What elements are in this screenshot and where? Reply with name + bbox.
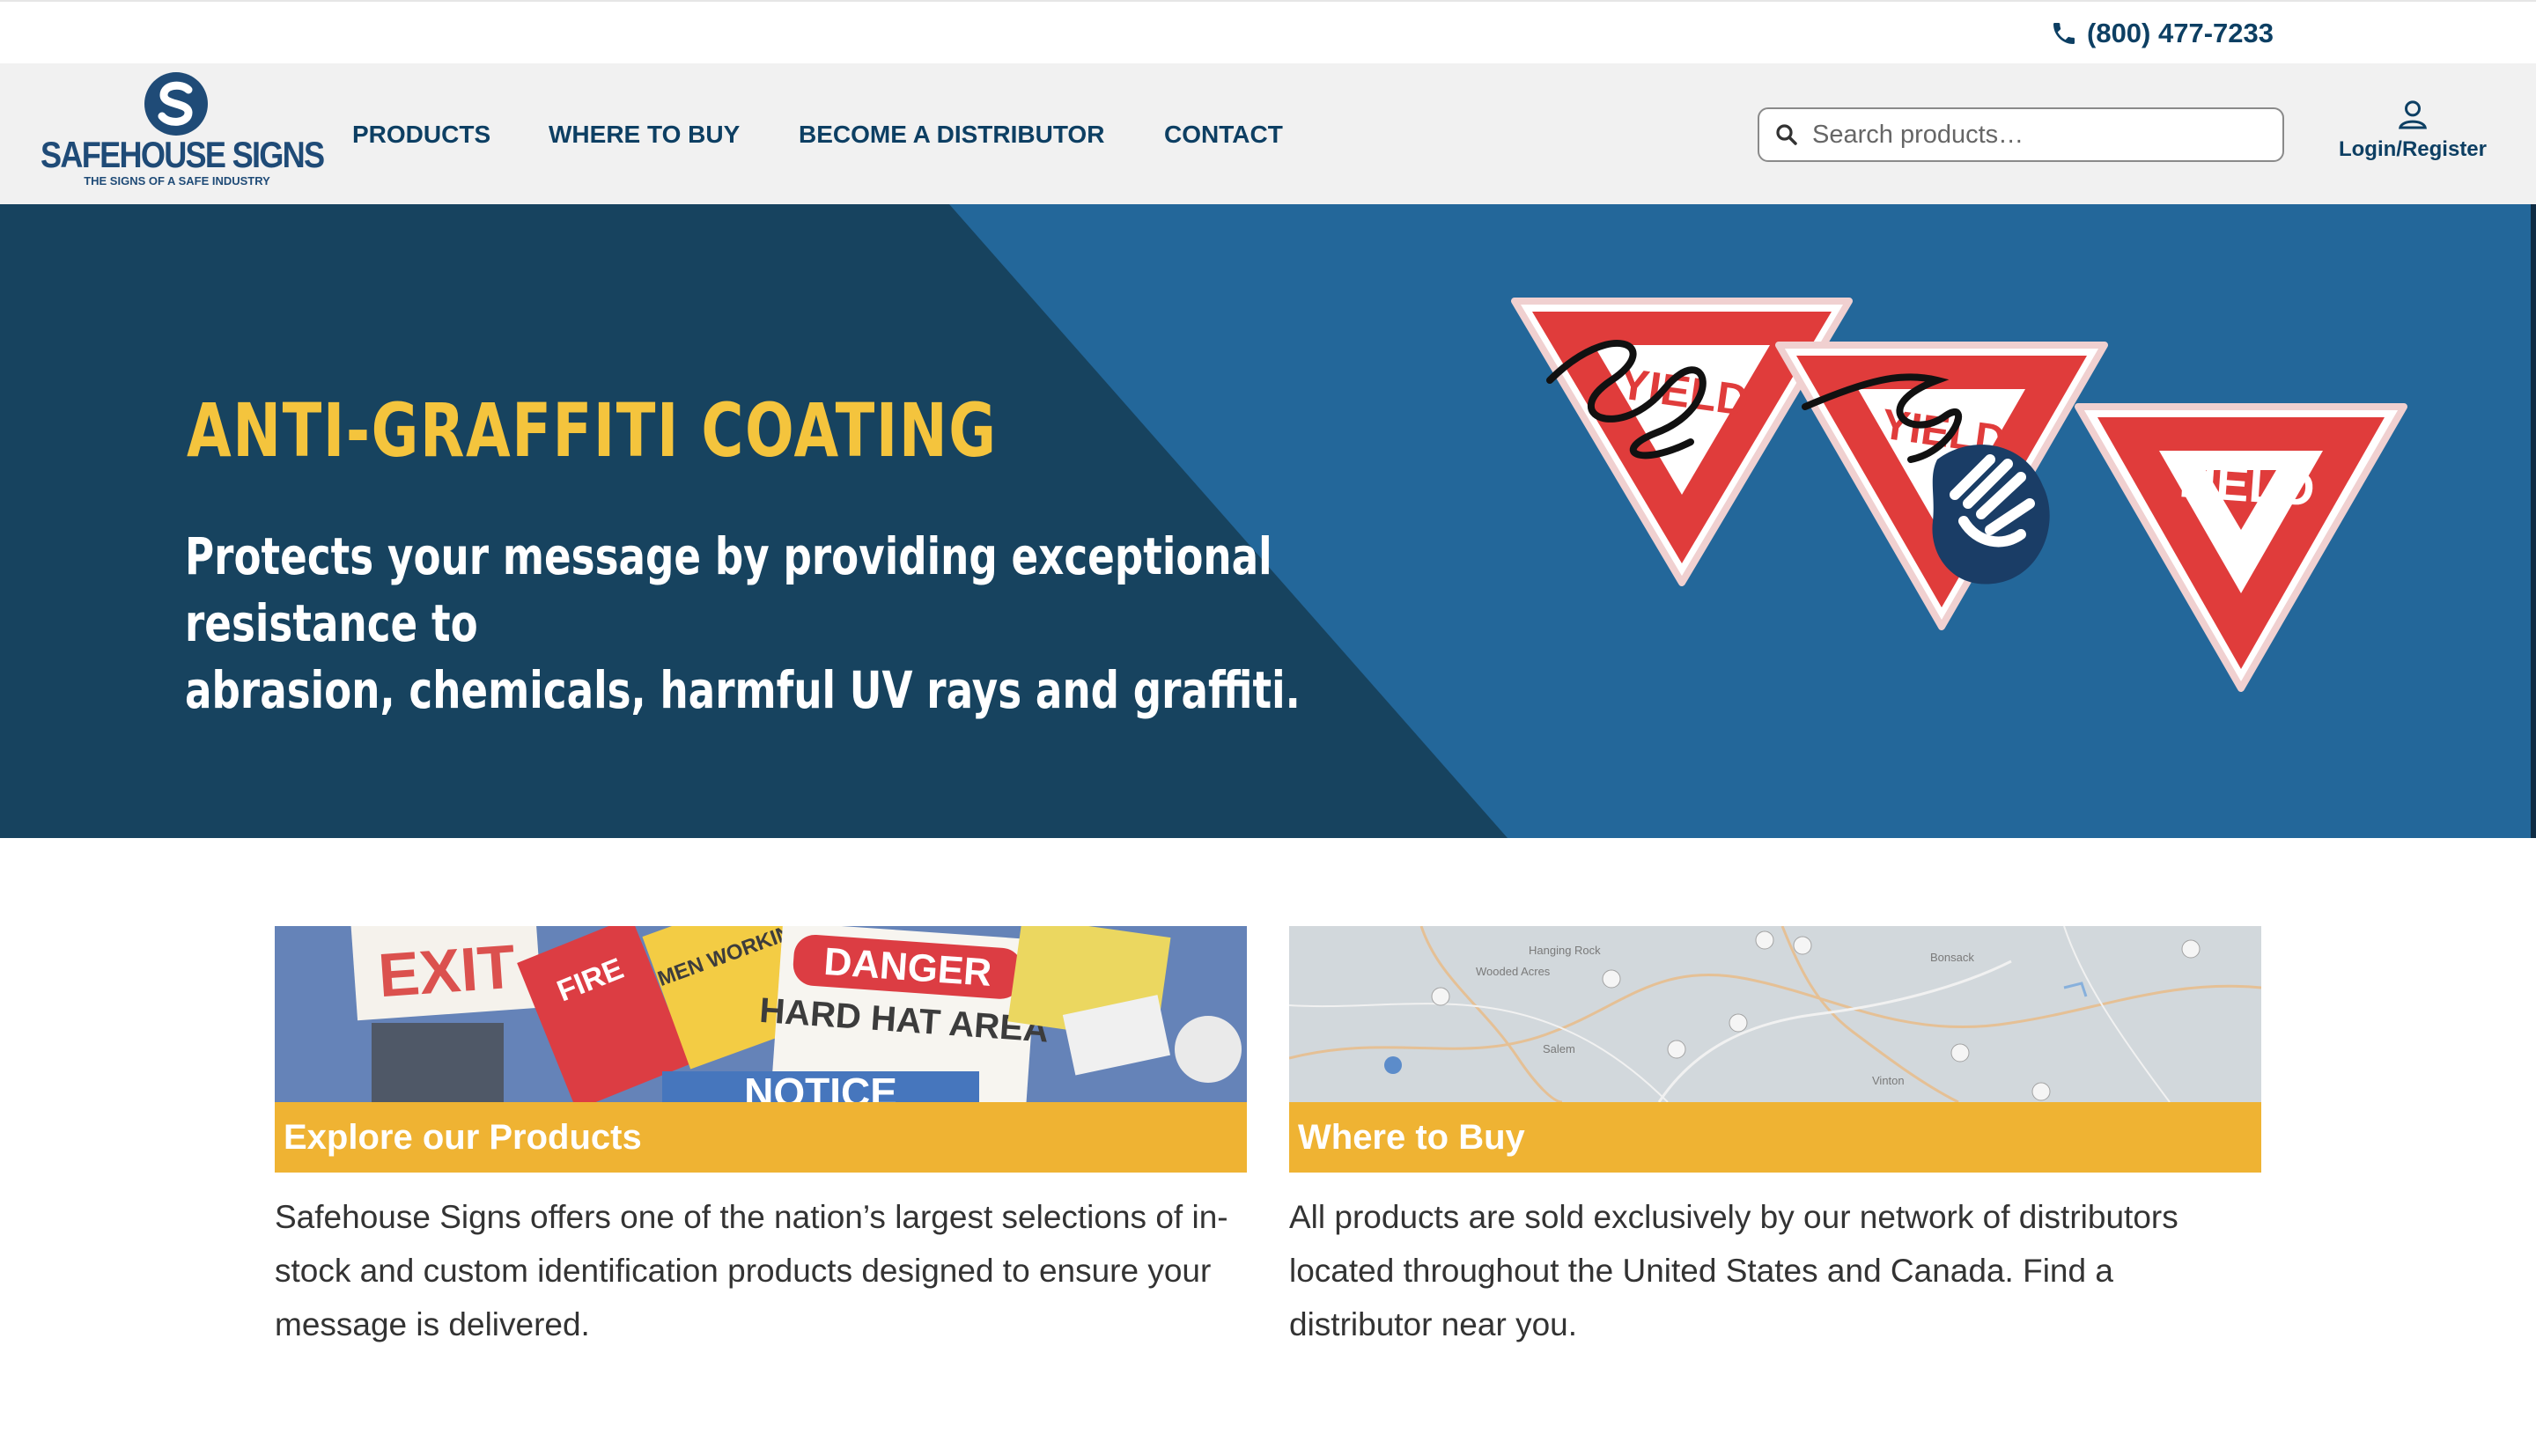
phone-link[interactable]: (800) 477-7233 [2050,14,2274,53]
hero-edge [2531,204,2536,838]
yield-sign-2: YIELD [1775,342,2108,630]
explore-products-title: Explore our Products [284,1117,642,1157]
phone-number: (800) 477-7233 [2087,18,2274,48]
top-bar: (800) 477-7233 [0,0,2536,65]
explore-products-text: Safehouse Signs offers one of the nation… [275,1199,1228,1342]
user-icon [2399,100,2427,129]
yield-sign-3: YIELD [2075,403,2407,692]
map-image[interactable]: Hanging Rock Wooded Acres Bonsack Salem … [1289,926,2261,1102]
nav-become-distributor[interactable]: BECOME A DISTRIBUTOR [799,120,1104,150]
yield-sign-3-text: YIELD [2168,451,2317,516]
hero-subtitle: Protects your message by providing excep… [185,523,1421,724]
login-register-link[interactable]: Login/Register [2325,97,2501,176]
site-logo[interactable]: SAFEHOUSE SIGNS THE SIGNS OF A SAFE INDU… [41,70,325,194]
hero-banner[interactable]: ANTI-GRAFFITI COATING Protects your mess… [0,204,2536,838]
logo-tagline: THE SIGNS OF A SAFE INDUSTRY [84,174,270,188]
hero-subtitle-line-1: Protects your message by providing excep… [185,526,1272,653]
logo-s-emblem [144,72,208,136]
hero-subtitle-line-2: abrasion, chemicals, harmful UV rays and… [185,660,1301,720]
login-register-label: Login/Register [2338,137,2487,161]
logo-name: SAFEHOUSE SIGNS [41,134,325,175]
main-navbar: SAFEHOUSE SIGNS THE SIGNS OF A SAFE INDU… [0,63,2536,204]
yield-signs-illustration: YIELD YIELD YIELD [1511,298,2407,692]
card-where-to-buy: Hanging Rock Wooded Acres Bonsack Salem … [1289,926,2261,1351]
where-to-buy-title: Where to Buy [1298,1117,1525,1157]
nav-products[interactable]: PRODUCTS [352,120,490,150]
nav-contact[interactable]: CONTACT [1164,120,1283,150]
map-art: Hanging Rock Wooded Acres Bonsack Salem … [1289,926,2261,1102]
phone-icon [2053,23,2075,44]
products-collage-image[interactable]: EXIT FIRE MEN WORKING DANGER HARD HAT AR… [275,926,1247,1102]
products-collage-art: EXIT FIRE MEN WORKING DANGER HARD HAT AR… [275,926,1247,1102]
search-input[interactable] [1810,119,2282,151]
explore-products-band[interactable]: Explore our Products [275,1102,1247,1173]
where-to-buy-band[interactable]: Where to Buy [1289,1102,2261,1173]
search-icon [1776,124,1797,145]
where-to-buy-text: All products are sold exclusively by our… [1289,1199,2178,1342]
card-explore-products: EXIT FIRE MEN WORKING DANGER HARD HAT AR… [275,926,1247,1351]
search-box[interactable] [1758,107,2284,162]
nav-where-to-buy[interactable]: WHERE TO BUY [549,120,740,150]
hero-title: ANTI-GRAFFITI COATING [187,387,998,474]
